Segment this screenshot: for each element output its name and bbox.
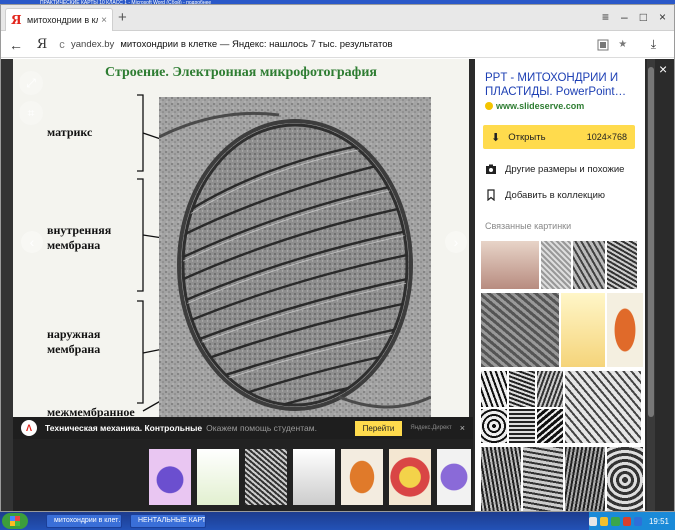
ad-logo-icon: Λ [21,420,37,436]
browser-tab[interactable]: Я митохондрии в клетке — × [5,8,113,31]
download-icon: ⬇ [491,131,501,144]
image-source-title[interactable]: PPT - МИТОХОНДРИИ И ПЛАСТИДЫ. PowerPoint… [485,71,641,99]
camera-icon [486,164,496,174]
browser-window: Я митохондрии в клетке — × + ≡ – □ × ← Я… [0,4,675,512]
screen: ПРАКТИЧЕСКИЕ КАРТЫ 10 КЛАСС 1 - Microsof… [0,0,675,530]
related-thumb[interactable] [607,241,637,289]
next-image-arrow-icon[interactable]: › [445,231,467,253]
url-page-title[interactable]: митохондрии в клетке — Яндекс: нашлось 7… [120,39,596,50]
ad-close-icon[interactable]: × [460,423,465,433]
menu-icon[interactable]: ≡ [602,10,609,24]
related-thumb[interactable] [565,371,641,443]
tab-close-icon[interactable]: × [101,15,107,26]
ad-thumb[interactable] [389,449,431,505]
add-to-collection-link[interactable]: Добавить в коллекцию [485,189,605,201]
related-thumb[interactable] [523,447,563,511]
ad-thumb[interactable] [197,449,239,505]
related-thumb[interactable] [537,409,563,443]
downloads-icon[interactable]: ⤓ [651,37,656,52]
add-collection-label: Добавить в коллекцию [505,189,606,201]
related-thumb[interactable] [565,447,605,511]
image-info-panel: PPT - МИТОХОНДРИИ И ПЛАСТИДЫ. PowerPoint… [475,59,645,511]
related-thumb[interactable] [607,293,643,367]
related-thumb[interactable] [537,371,563,407]
tray-icon[interactable] [589,516,598,526]
tray-icon[interactable] [633,516,642,526]
image-source-site[interactable]: www.slideserve.com [485,101,584,111]
close-window-button[interactable]: × [659,10,666,24]
electron-micrograph [159,97,431,419]
close-viewer-button[interactable]: × [659,61,667,77]
yandex-button[interactable]: Я [31,37,53,52]
reload-icon[interactable]: c [53,39,71,51]
image-viewer: Строение. Электронная микрофотография ма… [1,59,674,511]
ad-subtitle: Окажем помощь студентам. [206,423,317,433]
panel-scrollbar[interactable] [647,59,655,511]
other-sizes-link[interactable]: Другие размеры и похожие [485,163,624,175]
related-thumb[interactable] [481,447,521,511]
ad-banner: Λ Техническая механика. Контрольные Окаж… [13,417,473,511]
taskbar-item-word[interactable]: НЕНТАЛЬНЫЕ КАРТЫ… [130,514,206,528]
related-thumb[interactable] [481,409,507,443]
tab-bar: Я митохондрии в клетке — × + ≡ – □ × [1,5,674,31]
related-thumb[interactable] [561,293,605,367]
related-thumb[interactable] [481,371,507,407]
image-dimensions: 1024×768 [586,132,627,142]
minimize-button[interactable]: – [621,10,628,24]
related-thumb[interactable] [509,409,535,443]
slide-image[interactable]: Строение. Электронная микрофотография ма… [13,59,469,419]
source-domain: www.slideserve.com [496,101,585,111]
ad-thumb[interactable] [437,449,471,505]
fullscreen-icon[interactable]: ⤢ [19,71,43,95]
taskbar-item-browser[interactable]: митохондрии в клет… [46,514,122,528]
ad-thumb[interactable] [293,449,335,505]
tray-icon[interactable] [622,516,631,526]
label-inner-membrane: внутренняя мембрана [47,223,112,252]
back-button[interactable]: ← [1,37,31,53]
url-domain[interactable]: yandex.by [71,39,114,50]
yandex-favicon-icon: Я [11,13,22,27]
other-sizes-label: Другие размеры и похожие [505,163,625,175]
window-controls: ≡ – □ × [602,10,666,24]
scrollbar-thumb[interactable] [648,67,654,417]
address-bar: ← Я c yandex.by митохондрии в клетке — Я… [1,32,674,58]
system-tray: 19:51 [589,512,675,530]
tab-title: митохондрии в клетке — [27,15,98,25]
ad-thumb[interactable] [149,449,191,505]
related-thumb[interactable] [541,241,571,289]
bookmark-star-icon[interactable]: ★ [617,39,629,51]
label-outer-membrane: наружная мембрана [47,327,101,356]
ad-thumb[interactable] [245,449,287,505]
ad-go-button[interactable]: Перейти [354,420,403,436]
related-thumb[interactable] [607,447,643,511]
taskbar-item-label: НЕНТАЛЬНЫЕ КАРТЫ… [138,517,206,524]
viewer-left-margin [1,59,13,511]
crop-search-icon[interactable]: ⌗ [19,101,43,125]
label-matrix: матрикс [47,125,93,139]
taskbar-item-label: митохондрии в клет… [54,517,122,524]
new-tab-button[interactable]: + [118,10,127,25]
ad-header[interactable]: Λ Техническая механика. Контрольные Окаж… [13,417,473,439]
related-thumb[interactable] [481,293,559,367]
related-thumb[interactable] [481,241,539,289]
related-thumb[interactable] [573,241,605,289]
taskbar: митохондрии в клет… НЕНТАЛЬНЫЕ КАРТЫ… 19… [0,512,675,530]
open-label: Открыть [508,131,546,143]
site-favicon-icon [485,102,493,110]
ad-title[interactable]: Техническая механика. Контрольные [45,423,202,433]
related-thumb[interactable] [509,371,535,407]
ad-thumb[interactable] [341,449,383,505]
ad-direct-label: Яндекс.Директ [410,425,452,431]
related-images-heading: Связанные картинки [485,221,572,231]
address-tools: ★ ⤓ [597,37,656,52]
open-image-button[interactable]: ⬇ Открыть 1024×768 [483,125,635,149]
reader-mode-icon[interactable] [597,39,609,51]
previous-image-arrow-icon[interactable]: ‹ [21,231,43,253]
bookmark-icon [487,189,495,201]
tray-icon[interactable] [611,516,620,526]
maximize-button[interactable]: □ [640,10,647,24]
start-button[interactable] [2,513,28,529]
clock: 19:51 [648,516,669,526]
tray-icon[interactable] [600,516,609,526]
